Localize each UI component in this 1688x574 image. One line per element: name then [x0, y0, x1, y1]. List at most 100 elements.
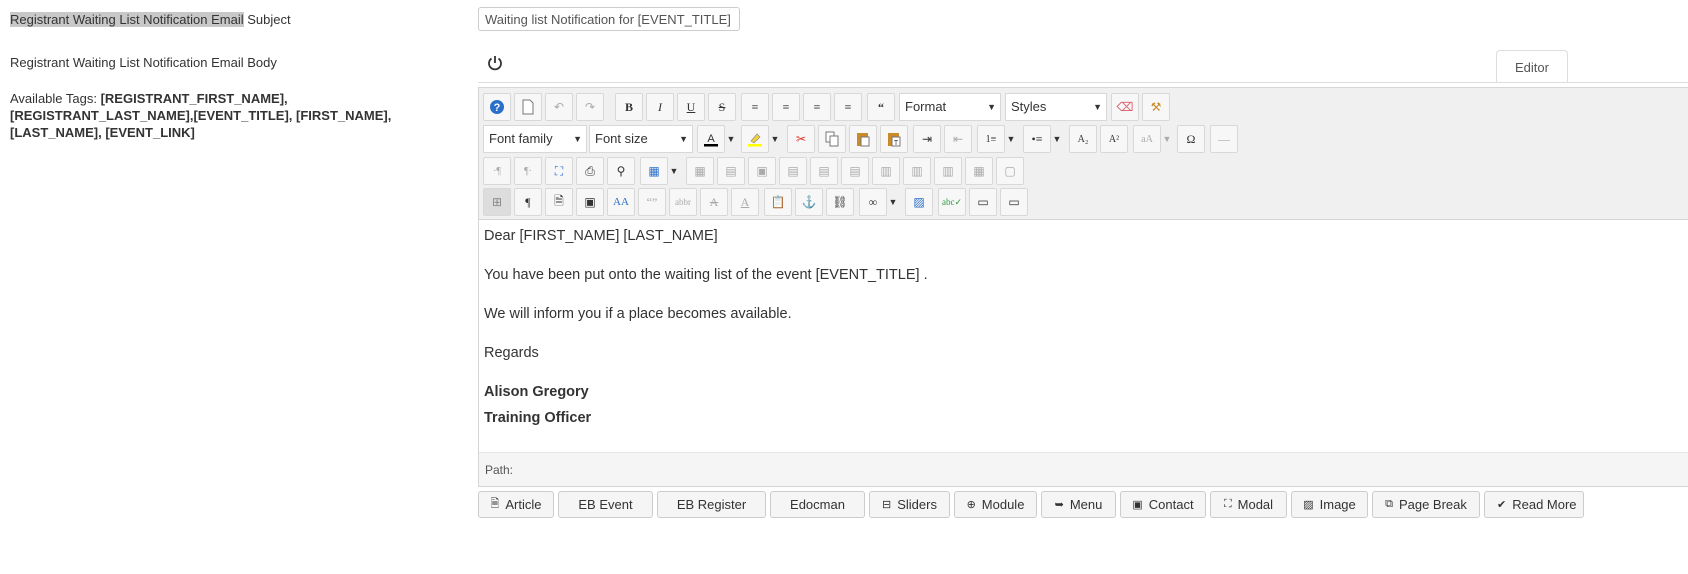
visual-aid-icon[interactable]: ⊞	[483, 188, 511, 216]
template-icon[interactable]: ▣	[576, 188, 604, 216]
delete-table-icon[interactable]: ▦	[686, 157, 714, 185]
copy-pages-icon: ⧉	[1385, 498, 1393, 510]
print-icon[interactable]: ⎙	[576, 157, 604, 185]
highlight-dropdown-icon[interactable]: ▼	[769, 125, 781, 153]
ltr-icon[interactable]: ·¶	[483, 157, 511, 185]
underline-icon[interactable]: U	[677, 93, 705, 121]
delete-col-icon[interactable]: ▥	[934, 157, 962, 185]
sliders-label: Sliders	[897, 497, 937, 512]
style-props-icon[interactable]: AA	[607, 188, 635, 216]
tags-line-3: [LAST_NAME], [EVENT_LINK]	[10, 125, 195, 140]
superscript-icon[interactable]: A²	[1100, 125, 1128, 153]
modal-label: Modal	[1237, 497, 1274, 512]
bullet-list-icon[interactable]: •≡	[1023, 125, 1051, 153]
preview-icon[interactable]: 🗎	[545, 188, 573, 216]
subject-label-highlight: Registrant Waiting List Notification Ema…	[10, 12, 244, 27]
cell-props-icon[interactable]: ▣	[748, 157, 776, 185]
eraser-icon[interactable]: ⌫	[1111, 93, 1139, 121]
edocman-button[interactable]: Edocman	[770, 491, 865, 518]
power-icon[interactable]	[486, 54, 504, 72]
row-props-icon[interactable]: ▤	[717, 157, 745, 185]
page-break-button[interactable]: ⧉ Page Break	[1372, 491, 1480, 518]
pagebreak-icon[interactable]: ▭	[1000, 188, 1028, 216]
italic-icon[interactable]: I	[646, 93, 674, 121]
sliders-button[interactable]: ⊟ Sliders	[869, 491, 950, 518]
attributes-icon[interactable]: 📋	[764, 188, 792, 216]
bullet-list-dropdown-icon[interactable]: ▼	[1051, 125, 1063, 153]
align-left-icon[interactable]: ≡	[803, 93, 831, 121]
insert-col-before-icon[interactable]: ▥	[872, 157, 900, 185]
subject-input[interactable]	[478, 7, 740, 31]
new-document-icon[interactable]	[514, 93, 542, 121]
abbr-icon[interactable]: abbr	[669, 188, 697, 216]
character-dropdown-icon[interactable]: ▼	[1161, 125, 1173, 153]
horizontal-rule-icon[interactable]: —	[1210, 125, 1238, 153]
blockquote-icon[interactable]: “	[867, 93, 895, 121]
cut-icon[interactable]: ✂	[787, 125, 815, 153]
ins-icon[interactable]: A	[731, 188, 759, 216]
cite-icon[interactable]: “”	[638, 188, 666, 216]
copy-icon[interactable]	[818, 125, 846, 153]
del-icon[interactable]: A	[700, 188, 728, 216]
subscript-icon[interactable]: A₂	[1069, 125, 1097, 153]
menu-button[interactable]: ➥ Menu	[1041, 491, 1116, 518]
table-icon[interactable]: ▦	[640, 157, 668, 185]
rtl-icon[interactable]: ¶·	[514, 157, 542, 185]
undo-icon[interactable]: ↶	[545, 93, 573, 121]
format-select[interactable]: Format ▼	[899, 93, 1001, 121]
text-color-icon[interactable]: A	[697, 125, 725, 153]
insert-row-after-icon[interactable]: ▤	[810, 157, 838, 185]
table-dropdown-icon[interactable]: ▼	[668, 157, 680, 185]
cleanup-brush-icon[interactable]: ⚒	[1142, 93, 1170, 121]
delete-row-icon[interactable]: ▤	[841, 157, 869, 185]
find-replace-icon[interactable]: ⚲	[607, 157, 635, 185]
strikethrough-icon[interactable]: S	[708, 93, 736, 121]
tags-line-1: [REGISTRANT_FIRST_NAME],	[100, 91, 288, 106]
numbered-list-icon[interactable]: 1≡	[977, 125, 1005, 153]
picture-icon: ▨	[1303, 499, 1314, 511]
paste-icon[interactable]	[849, 125, 877, 153]
styles-select[interactable]: Styles ▼	[1005, 93, 1107, 121]
link-icon[interactable]: ∞	[859, 188, 887, 216]
font-family-label: Font family	[489, 131, 553, 146]
paste-text-icon[interactable]: T	[880, 125, 908, 153]
text-color-dropdown-icon[interactable]: ▼	[725, 125, 737, 153]
eb-register-button[interactable]: EB Register	[657, 491, 766, 518]
link-dropdown-icon[interactable]: ▼	[887, 188, 899, 216]
show-blocks-icon[interactable]: ¶	[514, 188, 542, 216]
image-button[interactable]: ▨ Image	[1291, 491, 1368, 518]
outdent-icon[interactable]: ⇤	[944, 125, 972, 153]
editor-toolbar: ? ↶ ↷ B I U S ≡ ≡ ≡ ≡ “ Format ▼ Styles ▼ …	[479, 88, 1688, 220]
bold-icon[interactable]: B	[615, 93, 643, 121]
eb-event-button[interactable]: EB Event	[558, 491, 653, 518]
character-map-icon[interactable]: aA	[1133, 125, 1161, 153]
modal-button[interactable]: ⛶ Modal	[1210, 491, 1287, 518]
read-more-button[interactable]: ✔ Read More	[1484, 491, 1584, 518]
highlight-color-icon[interactable]	[741, 125, 769, 153]
indent-icon[interactable]: ⇥	[913, 125, 941, 153]
insert-col-after-icon[interactable]: ▥	[903, 157, 931, 185]
omega-icon[interactable]: Ω	[1177, 125, 1205, 153]
spellcheck-icon[interactable]: abc✓	[938, 188, 966, 216]
font-size-select[interactable]: Font size ▼	[589, 125, 693, 153]
insert-row-before-icon[interactable]: ▤	[779, 157, 807, 185]
anchor-icon[interactable]: ⚓	[795, 188, 823, 216]
unlink-icon[interactable]: ⛓	[826, 188, 854, 216]
help-icon[interactable]: ?	[483, 93, 511, 121]
numbered-list-dropdown-icon[interactable]: ▼	[1005, 125, 1017, 153]
image-icon[interactable]: ▨	[905, 188, 933, 216]
contact-button[interactable]: ▣ Contact	[1120, 491, 1206, 518]
fullscreen-icon[interactable]: ⛶	[545, 157, 573, 185]
content-paragraph-2: We will inform you if a place becomes av…	[484, 306, 792, 322]
article-button[interactable]: 🗎 Article	[478, 491, 554, 518]
merge-cells-icon[interactable]: ▢	[996, 157, 1024, 185]
align-justify-icon[interactable]: ≡	[741, 93, 769, 121]
font-family-select[interactable]: Font family ▼	[483, 125, 587, 153]
split-cells-icon[interactable]: ▦	[965, 157, 993, 185]
align-center-icon[interactable]: ≡	[772, 93, 800, 121]
align-right-icon[interactable]: ≡	[834, 93, 862, 121]
module-button[interactable]: ⊕ Module	[954, 491, 1037, 518]
redo-icon[interactable]: ↷	[576, 93, 604, 121]
nonbreaking-icon[interactable]: ▭	[969, 188, 997, 216]
tab-editor[interactable]: Editor	[1496, 50, 1568, 83]
